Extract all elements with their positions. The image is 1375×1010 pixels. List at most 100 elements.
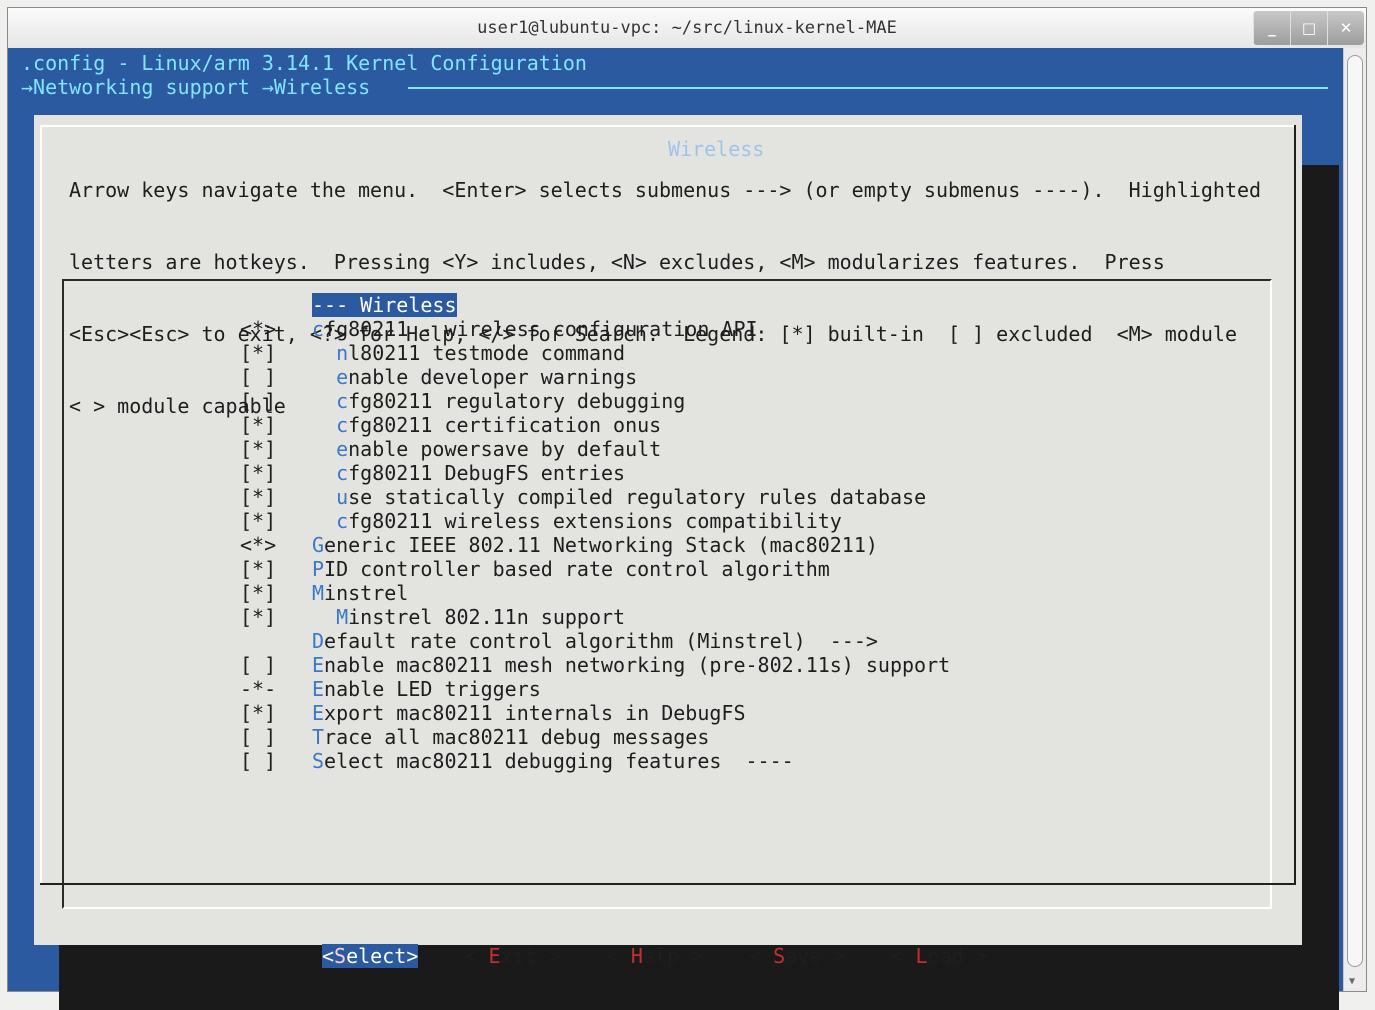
menu-item-state[interactable]: -*- (240, 677, 312, 701)
menu-item-state[interactable]: [ ] (240, 365, 312, 389)
menu-item-prompt: Generic IEEE 802.11 Networking Stack (ma… (312, 533, 878, 557)
menu-item-indent (312, 341, 336, 365)
menu-item-hotkey: S (312, 749, 325, 773)
menu-item-state[interactable]: [*] (240, 509, 312, 533)
scrollbar[interactable]: ▼ (1343, 48, 1366, 991)
menu-item-indent (312, 437, 336, 461)
menu-item[interactable]: [*] Minstrel (240, 581, 950, 605)
menu-item-label: fg80211 wireless extensions compatibilit… (348, 509, 842, 533)
menu-item[interactable]: [*] cfg80211 certification onus (240, 413, 950, 437)
menu-item-hotkey: P (312, 557, 325, 581)
menu-item[interactable]: [ ] enable developer warnings (240, 365, 950, 389)
menu-item-prompt: Minstrel (312, 581, 408, 605)
menu-item-state[interactable]: <*> (240, 317, 312, 341)
menu-item-label: elect mac80211 debugging features ---- (324, 749, 794, 773)
menu-item[interactable]: [*] PID controller based rate control alg… (240, 557, 950, 581)
menu-item-state[interactable]: [*] (240, 701, 312, 725)
menu-item-state[interactable] (240, 629, 312, 653)
menu-item-state[interactable]: [*] (240, 437, 312, 461)
menu-item[interactable]: [*] nl80211 testmode command (240, 341, 950, 365)
menu-box: --- Wireless <*> cfg80211 - wireless confi… (62, 279, 1272, 909)
menu-item-state[interactable]: [*] (240, 485, 312, 509)
exit-button[interactable]: < Exit > (464, 944, 560, 968)
menu-item[interactable]: --- Wireless (240, 293, 950, 317)
window-title: user1@lubuntu-vpc: ~/src/linux-kernel-MA… (477, 18, 897, 38)
menu-item-hotkey: c (312, 317, 325, 341)
menu-item-state[interactable]: [ ] (240, 653, 312, 677)
menu-item-state[interactable]: [*] (240, 413, 312, 437)
menuconfig-dialog: Wireless Arrow keys navigate the menu. <… (34, 115, 1302, 968)
select-button[interactable]: <Select> (322, 944, 419, 968)
save-button[interactable]: < Save > (749, 944, 845, 968)
menu-item-state[interactable]: [*] (240, 461, 312, 485)
menu-item[interactable]: [*] Minstrel 802.11n support (240, 605, 950, 629)
config-title: .config - Linux/arm 3.14.1 Kernel Config… (21, 51, 587, 75)
dialog-border (1294, 125, 1296, 885)
menu-item[interactable]: [ ] cfg80211 regulatory debugging (240, 389, 950, 413)
menu-item-state[interactable]: [*] (240, 557, 312, 581)
menu-item-state[interactable]: [ ] (240, 749, 312, 773)
menu-item[interactable]: [ ] Select mac80211 debugging features --… (240, 749, 950, 773)
breadcrumb: →Networking support →Wireless (21, 75, 371, 99)
menu-item-state[interactable]: [ ] (240, 725, 312, 749)
menu-item-state[interactable]: [ ] (240, 389, 312, 413)
menu-item-indent (312, 365, 336, 389)
menu-item-prompt: cfg80211 regulatory debugging (336, 389, 685, 413)
menu-item[interactable]: [*] cfg80211 wireless extensions compati… (240, 509, 950, 533)
menu-item-label: race all mac80211 debug messages (324, 725, 710, 749)
dialog-border (40, 125, 42, 885)
menu-item-prompt: Export mac80211 internals in DebugFS (312, 701, 745, 725)
terminal-screen[interactable]: .config - Linux/arm 3.14.1 Kernel Config… (8, 48, 1344, 1010)
menu-item-state[interactable]: [*] (240, 341, 312, 365)
menu-item-label: ID controller based rate control algorit… (324, 557, 830, 581)
menu-item-hotkey: n (336, 341, 349, 365)
menu-item-hotkey: E (312, 653, 325, 677)
maximize-button[interactable]: □ (1290, 11, 1327, 45)
menu-item-prompt: nl80211 testmode command (336, 341, 625, 365)
menu-item-label: eneric IEEE 802.11 Networking Stack (mac… (324, 533, 878, 557)
menu-item[interactable]: [ ] Enable mac80211 mesh networking (pre-… (240, 653, 950, 677)
menu-item-prompt: Default rate control algorithm (Minstrel… (312, 629, 878, 653)
menu-item-hotkey: e (336, 437, 349, 461)
menu-item[interactable]: Default rate control algorithm (Minstrel… (240, 629, 950, 653)
window-controls: _ □ ✕ (1253, 11, 1364, 45)
menu-item-state[interactable]: [*] (240, 605, 312, 629)
scroll-down-icon[interactable]: ▼ (1349, 976, 1355, 987)
menu-item[interactable]: [*] Export mac80211 internals in DebugFS (240, 701, 950, 725)
menu-item[interactable]: [*] use statically compiled regulatory r… (240, 485, 950, 509)
load-button[interactable]: < Load > (891, 944, 987, 968)
menu-item[interactable]: [ ] Trace all mac80211 debug messages (240, 725, 950, 749)
menu-item-hotkey: D (312, 629, 325, 653)
button-separator (40, 883, 1296, 885)
close-button[interactable]: ✕ (1327, 11, 1364, 45)
menu-item[interactable]: <*> Generic IEEE 802.11 Networking Stack … (240, 533, 950, 557)
menu-item-hotkey: M (336, 605, 349, 629)
menu-item-hotkey: T (312, 725, 325, 749)
menu-item-state[interactable]: [*] (240, 581, 312, 605)
menu-item-hotkey: e (336, 365, 349, 389)
menu-item-label: se statically compiled regulatory rules … (348, 485, 927, 509)
menu-item-indent (312, 413, 336, 437)
menu-item-label: fg80211 regulatory debugging (348, 389, 686, 413)
scrollbar-thumb[interactable] (1347, 55, 1363, 967)
menu-item-hotkey: --- (312, 293, 349, 317)
breadcrumb-rule (408, 87, 1328, 89)
menu-list: --- Wireless <*> cfg80211 - wireless confi… (240, 293, 950, 773)
menu-item-state[interactable]: <*> (240, 533, 312, 557)
menu-item-prompt: cfg80211 - wireless configuration API (312, 317, 758, 341)
menu-item-hotkey: M (312, 581, 325, 605)
minimize-button[interactable]: _ (1253, 11, 1290, 45)
menu-item-prompt: use statically compiled regulatory rules… (336, 485, 926, 509)
menu-item[interactable]: <*> cfg80211 - wireless configuration API (240, 317, 950, 341)
menu-item[interactable]: [*] cfg80211 DebugFS entries (240, 461, 950, 485)
menu-item-state[interactable] (240, 293, 312, 317)
menu-item-label: nable LED triggers (324, 677, 541, 701)
menu-item[interactable]: [*] enable powersave by default (240, 437, 950, 461)
menu-item-prompt: Select mac80211 debugging features ---- (312, 749, 794, 773)
menu-item-prompt: PID controller based rate control algori… (312, 557, 830, 581)
help-button[interactable]: < Help > (607, 944, 703, 968)
menu-item-hotkey: c (336, 461, 349, 485)
menu-item-label: fg80211 DebugFS entries (348, 461, 626, 485)
menu-item[interactable]: -*- Enable LED triggers (240, 677, 950, 701)
title-bar[interactable]: user1@lubuntu-vpc: ~/src/linux-kernel-MA… (8, 8, 1366, 49)
